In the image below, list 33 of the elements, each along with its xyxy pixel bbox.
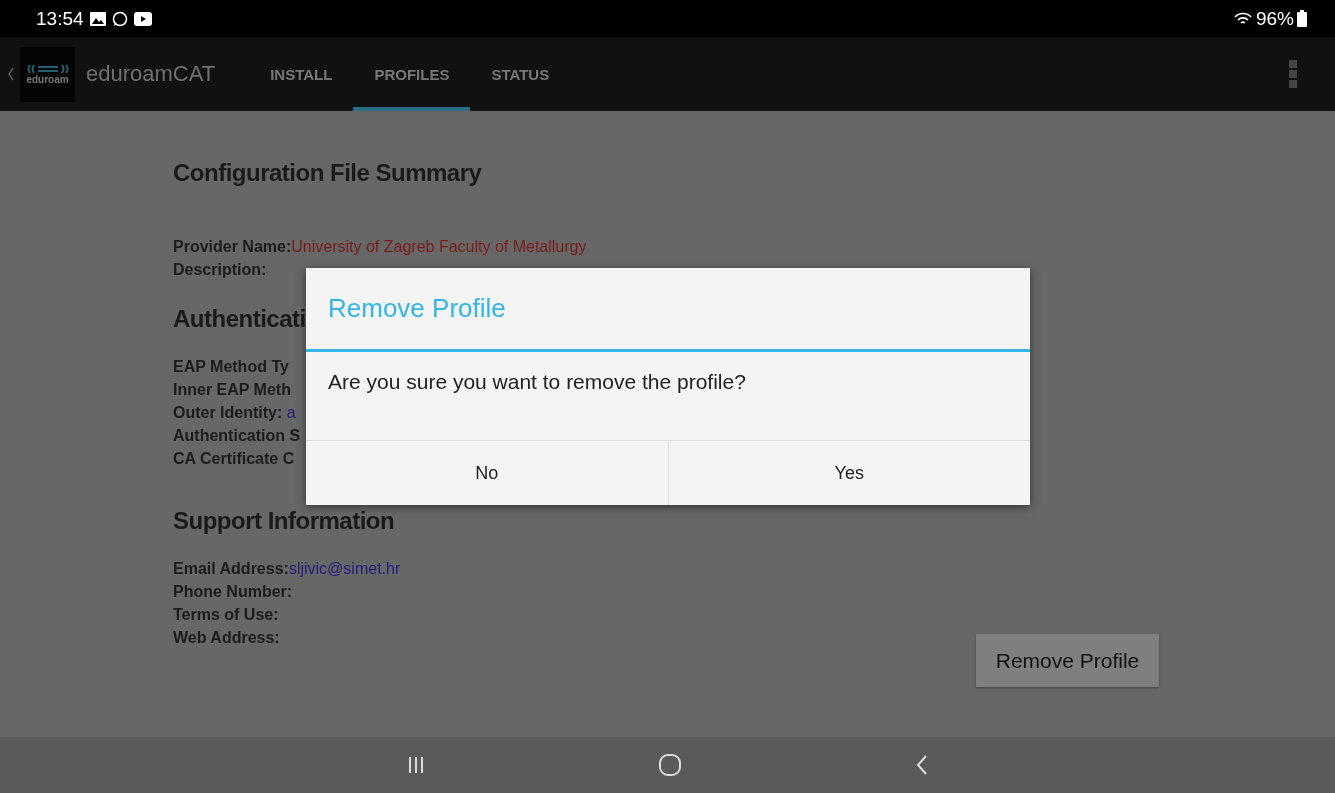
dialog-title: Remove Profile xyxy=(306,268,1030,352)
section-heading: Authenticati xyxy=(173,305,306,333)
section-heading: Support Information xyxy=(173,507,395,535)
wifi-icon xyxy=(1233,11,1252,26)
section-heading: Configuration File Summary xyxy=(173,159,482,187)
image-icon xyxy=(89,11,106,26)
remove-profile-button[interactable]: Remove Profile xyxy=(976,634,1159,687)
field-line: EAP Method Ty xyxy=(173,357,289,377)
battery-percent: 96% xyxy=(1255,7,1294,30)
field-line: Authentication S xyxy=(173,426,301,446)
dialog-button[interactable]: Yes xyxy=(667,441,1030,505)
clock: 13:54 xyxy=(36,7,84,30)
chat-bubble-icon xyxy=(111,10,128,27)
field-line: Email Address:sljivic@simet.hr xyxy=(173,559,401,579)
app-title: eduroamCAT xyxy=(86,61,216,87)
dialog-message: Are you sure you want to remove the profile? xyxy=(327,369,747,395)
back-icon[interactable] xyxy=(914,754,929,776)
battery-icon xyxy=(1297,10,1307,27)
play-icon xyxy=(133,11,152,26)
field-line: Description: xyxy=(173,260,267,280)
field-line: Phone Number: xyxy=(173,582,293,602)
field-line: Outer Identity: a xyxy=(173,403,296,423)
tab[interactable]: STATUS xyxy=(470,37,571,111)
app-logo: eduroam xyxy=(20,46,75,102)
tab[interactable]: INSTALL xyxy=(249,37,354,111)
home-icon[interactable] xyxy=(658,753,683,777)
field-line: Inner EAP Meth xyxy=(173,380,291,400)
dialog-button[interactable]: No xyxy=(306,441,668,505)
field-line: Web Address: xyxy=(173,628,280,648)
field-line: Terms of Use: xyxy=(173,605,279,625)
field-line: Provider Name:University of Zagreb Faculty of Metallurgy xyxy=(173,237,587,257)
back-chevron-icon[interactable] xyxy=(8,67,14,81)
field-line: CA Certificate C xyxy=(173,449,295,469)
